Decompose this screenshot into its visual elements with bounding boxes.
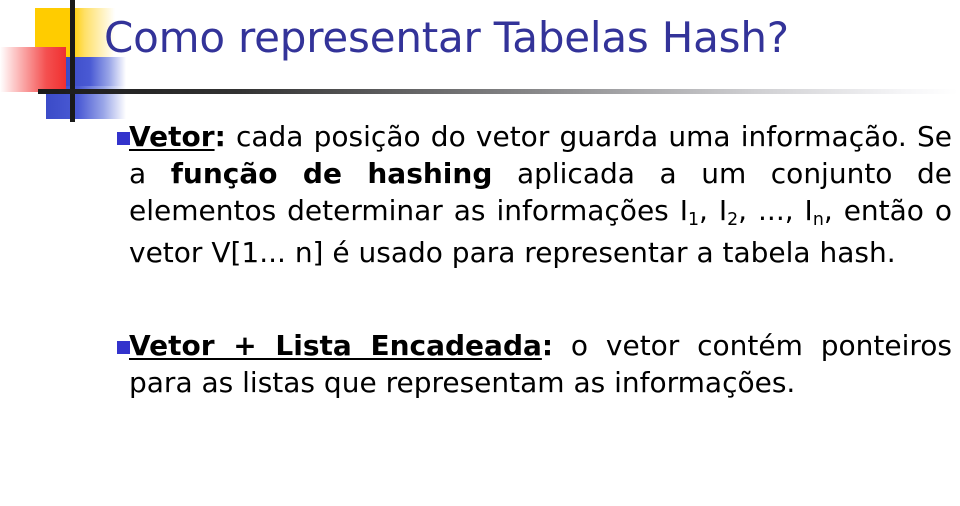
logo-red-square: [0, 47, 66, 92]
square-bullet-icon: [117, 341, 130, 354]
bullet-lead-label-vetor: Vetor: [129, 120, 215, 153]
title-divider-rule: [38, 89, 958, 94]
logo-vertical-bar: [70, 0, 75, 122]
bullet-bold-phrase-hashing: função de hashing: [170, 157, 493, 190]
bullet-lead-colon-vetor-lista: :: [541, 329, 554, 362]
square-bullet-icon: [117, 132, 130, 145]
subscript-2: 2: [727, 210, 739, 231]
subscript-1: 1: [687, 210, 700, 231]
bullet-text-4: , ..., I: [738, 194, 813, 227]
bullet-paragraph-vetor: Vetor: cada posição do vetor guarda uma …: [129, 118, 952, 271]
bullet-lead-colon-vetor: :: [214, 120, 226, 153]
bullet-item-vetor: Vetor: cada posição do vetor guarda uma …: [0, 118, 960, 271]
subscript-n: n: [812, 210, 824, 231]
slide: Como representar Tabelas Hash? Vetor: ca…: [0, 0, 960, 506]
bullet-paragraph-vetor-lista: Vetor + Lista Encadeada: o vetor contém …: [129, 327, 952, 401]
bullet-text-3: , I: [699, 194, 728, 227]
page-title: Como representar Tabelas Hash?: [104, 13, 789, 62]
bullet-lead-label-vetor-lista: Vetor + Lista Encadeada: [129, 329, 542, 362]
slide-body: Vetor: cada posição do vetor guarda uma …: [0, 112, 960, 401]
bullet-item-vetor-lista: Vetor + Lista Encadeada: o vetor contém …: [0, 327, 960, 401]
